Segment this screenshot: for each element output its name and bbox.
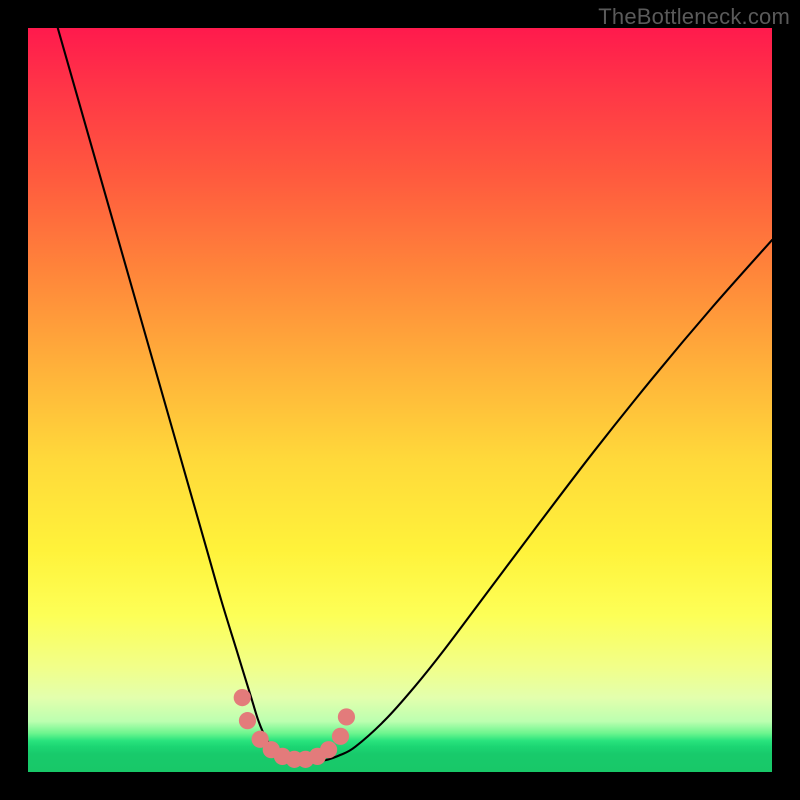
chart-svg	[28, 28, 772, 772]
valley-marker	[309, 748, 326, 765]
valley-marker	[252, 731, 269, 748]
valley-marker	[263, 741, 280, 758]
valley-marker	[239, 712, 256, 729]
chart-plot-area	[28, 28, 772, 772]
watermark-text: TheBottleneck.com	[598, 4, 790, 30]
valley-marker	[297, 751, 314, 768]
valley-marker	[332, 728, 349, 745]
valley-marker	[234, 689, 251, 706]
chart-frame: TheBottleneck.com	[0, 0, 800, 800]
valley-marker	[286, 751, 303, 768]
valley-marker	[338, 708, 355, 725]
valley-markers-group	[234, 689, 355, 768]
valley-marker	[274, 748, 291, 765]
valley-marker	[320, 741, 337, 758]
bottleneck-curve	[58, 28, 772, 761]
